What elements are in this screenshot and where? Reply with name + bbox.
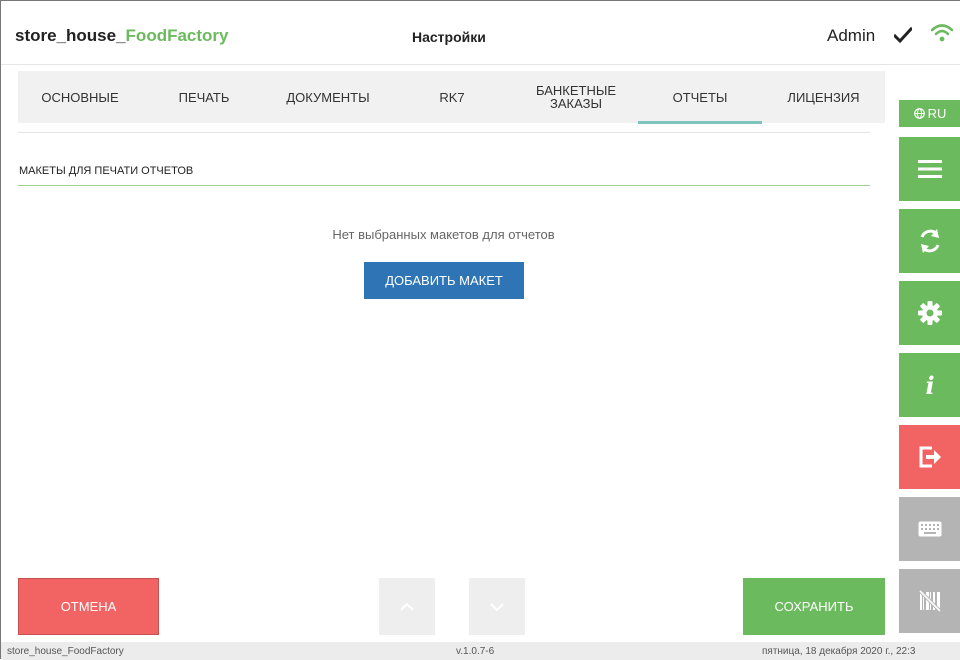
sync-button[interactable] [899,209,960,273]
keyboard-icon [918,521,942,537]
add-template-button[interactable]: ДОБАВИТЬ МАКЕТ [364,262,524,299]
tab-reports[interactable]: ОТЧЕТЫ [638,71,762,124]
tab-license[interactable]: ЛИЦЕНЗИЯ [762,71,885,123]
settings-button[interactable] [899,281,960,345]
chevron-up-icon [400,602,414,611]
status-datetime: пятница, 18 декабря 2020 г., 22:3 [762,646,916,657]
language-button[interactable]: RU [899,100,960,127]
check-icon [894,26,912,44]
gear-icon [918,301,942,325]
barcode-button[interactable] [899,569,960,633]
logout-button[interactable] [899,425,960,489]
tab-print[interactable]: ПЕЧАТЬ [142,71,266,123]
tabs-divider [18,132,870,133]
keyboard-button[interactable] [899,497,960,561]
section-divider [18,185,870,186]
scroll-down-button[interactable] [469,578,525,635]
tab-main[interactable]: ОСНОВНЫЕ [18,71,142,123]
status-bar: store_house_FoodFactory v.1.0.7-6 пятниц… [1,642,960,660]
header: store_house_FoodFactory Настройки Admin [1,1,960,65]
empty-message: Нет выбранных макетов для отчетов [332,227,555,242]
logout-icon [919,446,941,468]
page-title: Настройки [412,29,486,45]
save-button[interactable]: СОХРАНИТЬ [743,578,885,635]
tab-rk7[interactable]: RK7 [390,71,514,123]
status-app-name: store_house_FoodFactory [7,646,124,657]
menu-button[interactable] [899,137,960,201]
language-label: RU [927,106,947,121]
scroll-up-button[interactable] [379,578,435,635]
sync-icon [920,229,940,253]
section-title: МАКЕТЫ ДЛЯ ПЕЧАТИ ОТЧЕТОВ [19,165,194,177]
chevron-down-icon [490,602,504,611]
globe-icon [913,108,925,119]
barcode-off-icon [918,589,942,613]
app-title-prefix: store_house_ [15,26,126,45]
app-title: store_house_FoodFactory [15,26,229,46]
svg-text:i: i [925,372,934,398]
user-name: Admin [827,26,876,45]
info-button[interactable]: i [899,353,960,417]
app-window: store_house_FoodFactory Настройки Admin … [0,0,960,660]
menu-icon [918,160,942,178]
tab-documents[interactable]: ДОКУМЕНТЫ [266,71,390,123]
settings-tabs: ОСНОВНЫЕ ПЕЧАТЬ ДОКУМЕНТЫ RK7 БАНКЕТНЫЕ … [18,71,885,124]
wifi-icon [931,24,953,42]
tab-banquet-orders[interactable]: БАНКЕТНЫЕ ЗАКАЗЫ [514,71,638,123]
status-version: v.1.0.7-6 [456,646,495,657]
info-icon: i [925,372,934,398]
app-title-accent: FoodFactory [125,26,229,45]
cancel-button[interactable]: ОТМЕНА [18,578,159,635]
